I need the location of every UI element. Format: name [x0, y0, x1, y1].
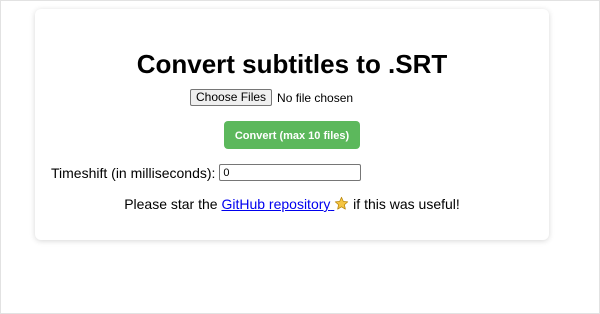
convert-button[interactable]: Convert (max 10 files) [224, 121, 360, 149]
choose-files-button[interactable]: Choose Files [190, 89, 273, 106]
converter-card: Convert subtitles to .SRT Choose Files N… [35, 9, 549, 240]
file-status-text: No file chosen [277, 90, 354, 105]
star-request-suffix: if this was useful! [349, 196, 460, 212]
star-icon [334, 196, 349, 211]
star-request-text: Please star the GitHub repository if thi… [35, 196, 549, 212]
star-request-prefix: Please star the [124, 196, 222, 212]
file-input[interactable]: Choose Files No file chosen [190, 89, 353, 106]
timeshift-label: Timeshift (in milliseconds): [51, 164, 216, 181]
github-link-text: GitHub repository [221, 196, 331, 212]
page-title: Convert subtitles to .SRT [136, 49, 448, 79]
github-repository-link[interactable]: GitHub repository [221, 196, 349, 212]
timeshift-input[interactable] [219, 164, 362, 181]
timeshift-row: Timeshift (in milliseconds): [51, 164, 362, 181]
